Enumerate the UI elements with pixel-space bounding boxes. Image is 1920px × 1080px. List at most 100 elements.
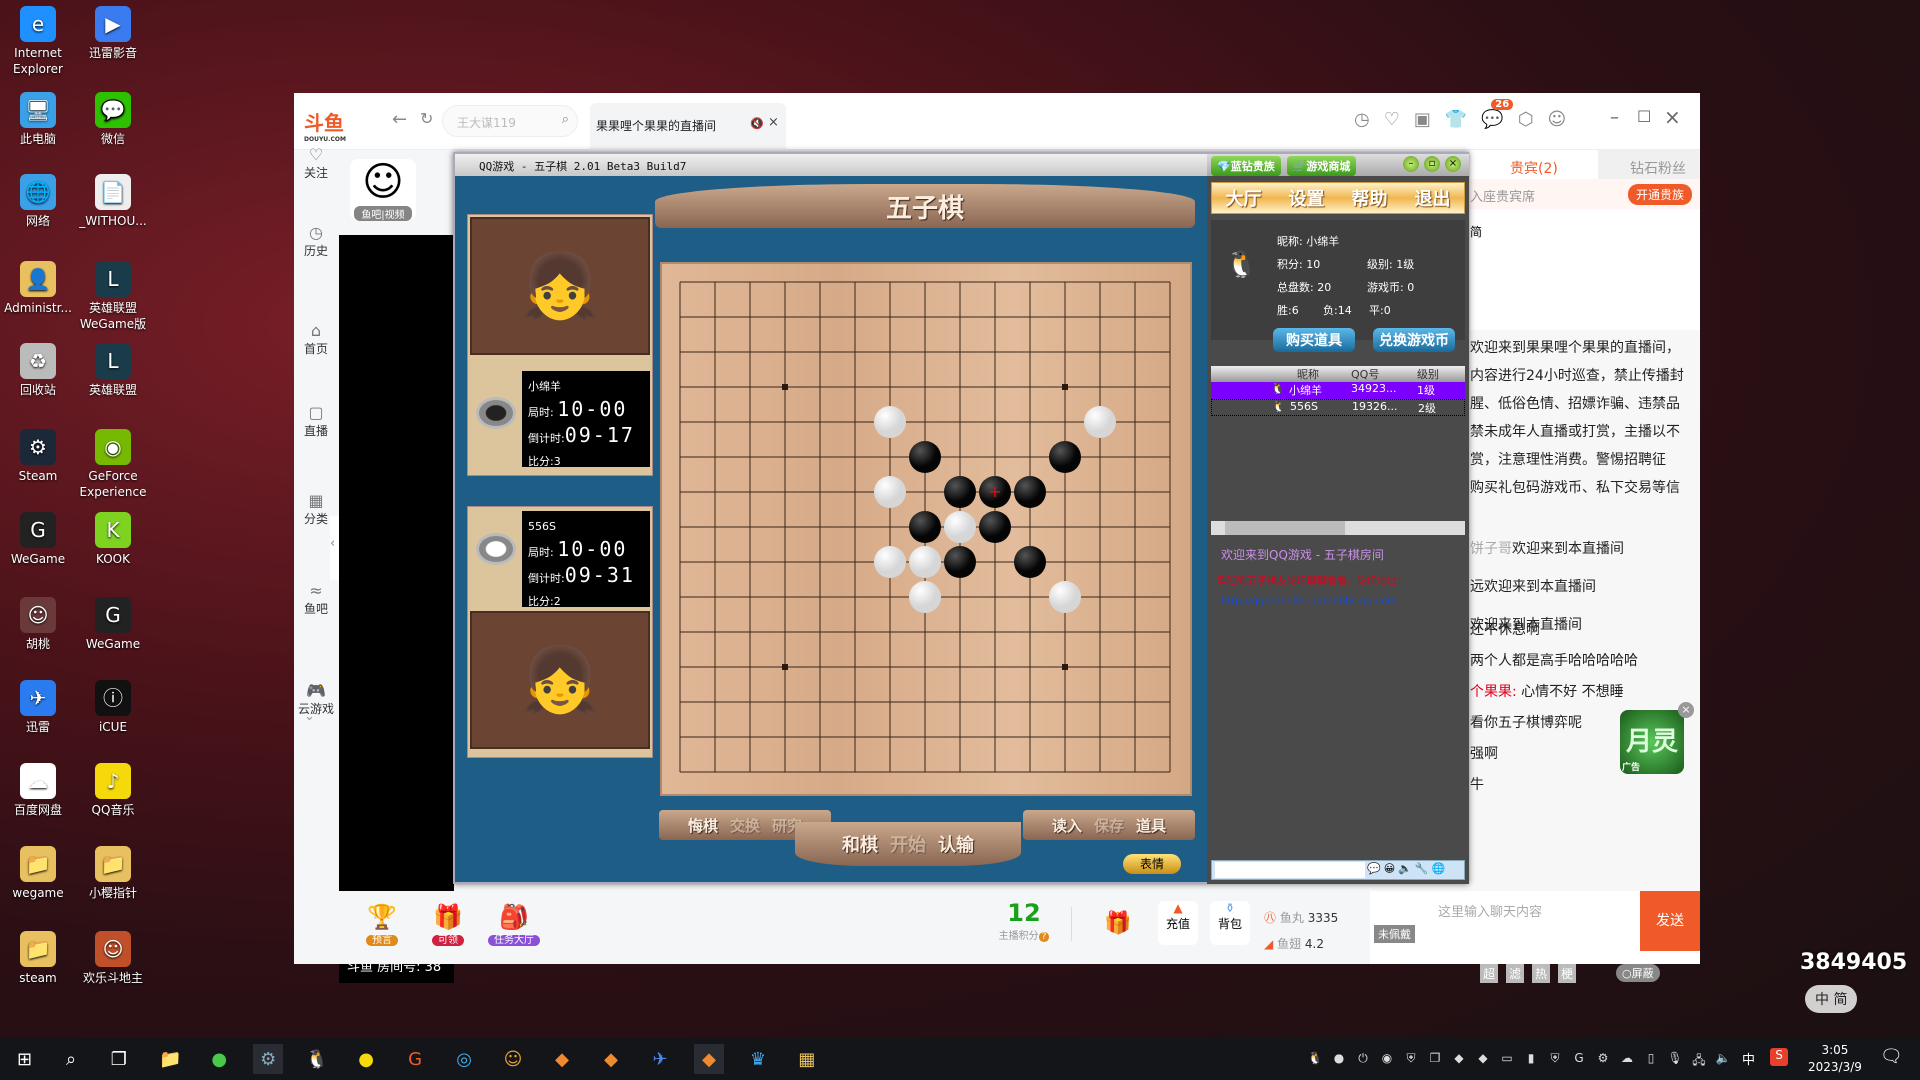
anchor-avatar[interactable]: ☺ 鱼吧|视频	[350, 159, 416, 221]
emote-button[interactable]: 表情	[1123, 854, 1181, 874]
tab-close-icon[interactable]: ×	[768, 115, 779, 130]
game-control-button[interactable]: 和棋	[842, 831, 878, 857]
help-icon[interactable]: ?	[1038, 932, 1050, 942]
nav-item[interactable]: ▢ 直播	[294, 403, 338, 439]
nav-item[interactable]: 🎮 云游戏	[294, 681, 338, 717]
tray-icon[interactable]: 🎙	[1667, 1051, 1683, 1067]
game-control-button[interactable]: 开始	[890, 831, 926, 857]
tray-icon[interactable]: ⏻	[1355, 1051, 1371, 1067]
history-icon[interactable]: ◷	[1354, 109, 1370, 130]
desktop-icon[interactable]: ◉ GeForce Experience	[75, 429, 151, 500]
top-shop-button[interactable]: 💎蓝钻贵族	[1211, 156, 1281, 176]
taskbar-task-view-icon[interactable]: ❐	[104, 1044, 134, 1074]
tray-icon[interactable]: ❐	[1427, 1051, 1443, 1067]
game-control-button[interactable]: 交换	[730, 815, 760, 836]
ad-close-icon[interactable]: ×	[1678, 702, 1694, 718]
recharge-button[interactable]: ▲ 充值	[1158, 901, 1198, 945]
chat-filter-button[interactable]: 滤	[1506, 964, 1525, 983]
tray-icon[interactable]: ⛨	[1547, 1051, 1563, 1067]
tray-icon[interactable]: ▮	[1523, 1051, 1539, 1067]
calendar-icon[interactable]: ▣	[1414, 109, 1431, 130]
volume-icon[interactable]: 🔈	[1398, 862, 1412, 875]
bottom-feature-button[interactable]: 🎒 任务大厅	[486, 903, 542, 947]
game-control-button[interactable]: 读入	[1052, 815, 1082, 836]
tray-icon[interactable]: ⚙	[1595, 1051, 1611, 1067]
game-control-button[interactable]: 悔棋	[688, 815, 718, 836]
taskbar-douyu-icon[interactable]: ◆	[596, 1044, 626, 1074]
tray-icon[interactable]: ☁	[1619, 1051, 1635, 1067]
chat-filter-button[interactable]: 超	[1480, 964, 1499, 983]
minimize-button[interactable]: –	[1610, 107, 1619, 128]
taskbar-xunlei-icon[interactable]: ✈	[645, 1044, 675, 1074]
chat-filter-button[interactable]: 热	[1532, 964, 1551, 983]
open-noble-button[interactable]: 开通贵族	[1627, 184, 1692, 205]
tray-icon[interactable]: ●	[1331, 1051, 1347, 1067]
exchange-coins-button[interactable]: 兑换游戏币	[1373, 328, 1455, 352]
nav-item[interactable]: ♡ 关注	[294, 145, 338, 181]
douyu-logo[interactable]: 斗鱼 DOUYU.COM	[304, 107, 346, 143]
refresh-icon[interactable]: ↻	[420, 109, 433, 128]
desktop-icon[interactable]: 👤 Administr...	[0, 261, 76, 316]
desktop-icon[interactable]: ♪ QQ音乐	[75, 763, 151, 818]
smiley-icon[interactable]: 😀	[1384, 862, 1395, 875]
game-control-button[interactable]: 道具	[1136, 815, 1166, 836]
taskbar-steam-icon[interactable]: ⚙	[253, 1044, 284, 1074]
send-button[interactable]: 发送	[1640, 891, 1700, 951]
desktop-icon[interactable]: L 英雄联盟WeGame版	[75, 261, 151, 332]
top-shop-button[interactable]: 🛒游戏商城	[1286, 156, 1357, 176]
desktop-icon[interactable]: 📄 _WITHOU...	[75, 174, 151, 229]
settings-icon[interactable]: ⬡	[1518, 109, 1534, 130]
horizontal-scrollbar[interactable]	[1211, 521, 1465, 535]
chat-input[interactable]: 这里输入聊天内容	[1430, 891, 1630, 951]
tray-icon[interactable]: ◉	[1379, 1051, 1395, 1067]
taskbar-wegame-icon[interactable]: G	[400, 1044, 430, 1074]
taskbar-qq-music-icon[interactable]: ●	[351, 1044, 381, 1074]
chat-tab[interactable]: 贵宾(2)	[1470, 150, 1598, 179]
taskbar-start-icon[interactable]: ⊞	[9, 1044, 39, 1074]
desktop-icon[interactable]: ⚙ Steam	[0, 429, 76, 484]
desktop-icon[interactable]: 📁 小樱指针	[75, 846, 151, 901]
desktop-icon[interactable]: G WeGame	[0, 512, 76, 567]
taskbar-app-icon[interactable]: ☺	[498, 1044, 528, 1074]
mute-icon[interactable]: 🔇	[750, 117, 764, 130]
sogou-icon[interactable]: S	[1770, 1048, 1788, 1066]
desktop-icon[interactable]: 💬 微信	[75, 92, 151, 147]
block-toggle[interactable]: ○屏蔽	[1616, 964, 1660, 982]
desktop-icon[interactable]: 📁 wegame	[0, 846, 76, 901]
close-button[interactable]: ×	[1664, 105, 1681, 129]
desktop-icon[interactable]: L 英雄联盟	[75, 343, 151, 398]
desktop-icon[interactable]: ☁ 百度网盘	[0, 763, 76, 818]
chat-filter-button[interactable]: 梗	[1558, 964, 1577, 983]
clock[interactable]: 3:05 2023/3/9	[1808, 1042, 1862, 1076]
taskbar-file-explorer-icon[interactable]: 📁	[155, 1044, 185, 1074]
tray-icon[interactable]: G	[1571, 1051, 1587, 1067]
desktop-icon[interactable]: ☺ 欢乐斗地主	[75, 931, 151, 986]
buy-items-button[interactable]: 购买道具	[1273, 328, 1355, 352]
player-list-row[interactable]: 🐧 小绵羊 34923... 1级	[1211, 382, 1465, 399]
game-menu-item[interactable]: 设置	[1289, 185, 1325, 211]
taskbar-gomoku-icon[interactable]: ▦	[792, 1044, 822, 1074]
game-menu-item[interactable]: 退出	[1415, 185, 1451, 211]
message-icon[interactable]: 💬 26	[1481, 99, 1514, 130]
taskbar-douyu-icon[interactable]: ◆	[693, 1044, 724, 1074]
taskbar-icue-icon[interactable]: ◎	[449, 1044, 479, 1074]
taskbar-qq-icon[interactable]: 🐧	[302, 1044, 332, 1074]
desktop-icon[interactable]: 🖥 此电脑	[0, 92, 76, 147]
tray-icon[interactable]: ▯	[1643, 1051, 1659, 1067]
desktop-icon[interactable]: ♻ 回收站	[0, 343, 76, 398]
nav-item[interactable]: ◷ 历史	[294, 223, 338, 259]
desktop-icon[interactable]: ✈ 迅雷	[0, 680, 76, 735]
tray-icon[interactable]: ◆	[1451, 1051, 1467, 1067]
notification-center-icon[interactable]: 🗨	[1880, 1046, 1903, 1067]
desktop-icon[interactable]: ⓘ iCUE	[75, 680, 151, 735]
backpack-button[interactable]: ⚱ 背包	[1210, 901, 1250, 945]
video-player[interactable]: 斗鱼 房间号: 38	[339, 235, 454, 983]
favorite-icon[interactable]: ♡	[1384, 109, 1400, 130]
tray-icon[interactable]: ▭	[1499, 1051, 1515, 1067]
fan-badge[interactable]: 未佩戴	[1374, 925, 1415, 943]
desktop-icon[interactable]: ▶ 迅雷影音	[75, 6, 151, 61]
game-close-button[interactable]: ×	[1445, 156, 1461, 172]
nav-more-chevron-icon[interactable]: ⌄	[304, 709, 315, 724]
wrench-icon[interactable]: 🔧	[1415, 862, 1429, 875]
chat-bubble-icon[interactable]: 💬	[1367, 862, 1381, 875]
